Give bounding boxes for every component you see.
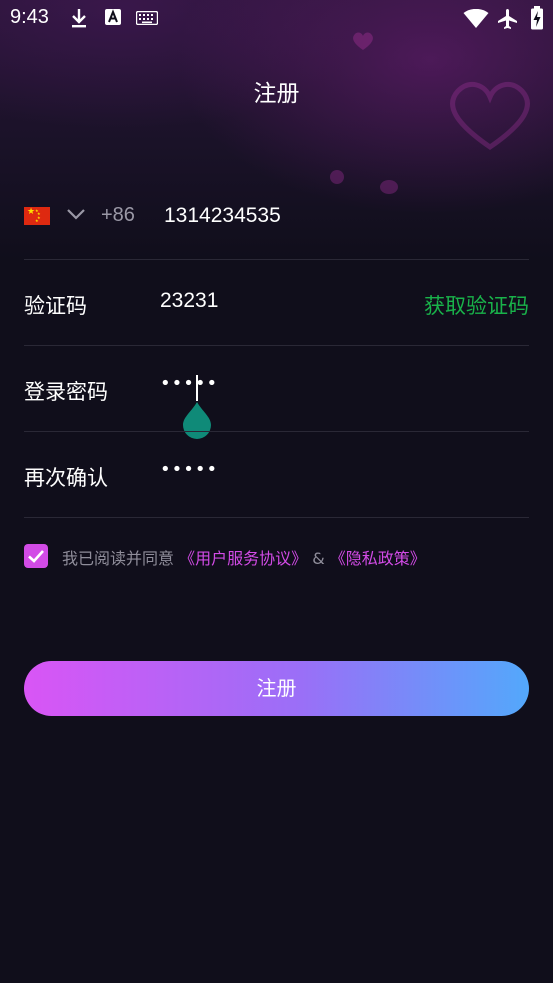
register-button[interactable]: 注册 bbox=[24, 661, 529, 716]
font-a-icon bbox=[105, 9, 121, 25]
airplane-icon bbox=[498, 9, 517, 29]
chevron-down-icon[interactable] bbox=[66, 207, 86, 221]
privacy-policy-link[interactable]: 《隐私政策》 bbox=[330, 549, 426, 568]
download-icon bbox=[72, 9, 86, 28]
get-code-button[interactable]: 获取验证码 bbox=[424, 290, 529, 320]
text-cursor bbox=[196, 375, 198, 401]
phone-row: ★ ★ ★ ★ ★ +86 1314234535 bbox=[24, 173, 529, 259]
status-time: 9:43 bbox=[10, 6, 49, 28]
wifi-icon bbox=[463, 9, 489, 28]
verification-row: 验证码 23231 获取验证码 bbox=[24, 259, 529, 345]
password-label: 登录密码 bbox=[24, 380, 108, 404]
agreement-text: 我已阅读并同意 《用户服务协议》 & 《隐私政策》 bbox=[62, 545, 426, 569]
confirm-password-label: 再次确认 bbox=[24, 466, 108, 490]
password-input[interactable]: ••••• bbox=[160, 373, 218, 394]
confirm-password-input[interactable]: ••••• bbox=[160, 459, 218, 480]
battery-charging-icon bbox=[531, 6, 543, 30]
china-flag-icon[interactable]: ★ ★ ★ ★ ★ bbox=[24, 207, 50, 225]
agreement-connector: & bbox=[312, 549, 325, 568]
agreement-prefix: 我已阅读并同意 bbox=[62, 549, 175, 568]
user-agreement-link[interactable]: 《用户服务协议》 bbox=[179, 549, 307, 568]
verification-label: 验证码 bbox=[24, 294, 87, 318]
password-row: 登录密码 ••••• bbox=[24, 345, 529, 439]
status-bar: 9:43 bbox=[0, 0, 553, 38]
agreement-row: 我已阅读并同意 《用户服务协议》 & 《隐私政策》 bbox=[24, 543, 529, 571]
keyboard-icon bbox=[136, 11, 158, 25]
checkmark-icon bbox=[28, 550, 44, 563]
agreement-checkbox[interactable] bbox=[24, 544, 48, 568]
verification-code-input[interactable]: 23231 bbox=[160, 289, 218, 313]
page-title: 注册 bbox=[253, 81, 300, 107]
confirm-password-row: 再次确认 ••••• bbox=[24, 431, 529, 517]
country-code[interactable]: +86 bbox=[101, 204, 135, 227]
divider bbox=[24, 517, 529, 518]
phone-input[interactable]: 1314234535 bbox=[164, 204, 281, 228]
